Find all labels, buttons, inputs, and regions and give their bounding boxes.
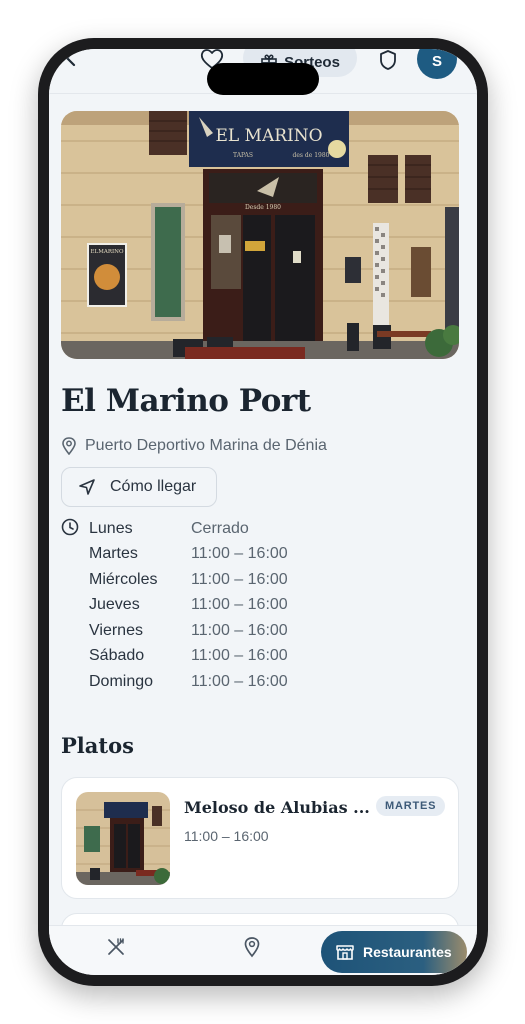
day-label: Miércoles [89, 570, 158, 588]
time-label: 11:00 – 16:00 [191, 545, 288, 563]
dish-day-badge: MARTES [376, 796, 446, 816]
hours-row-viernes: Viernes 11:00 – 16:00 [89, 618, 288, 644]
time-label: 11:00 – 16:00 [191, 647, 288, 665]
nav-map-button[interactable] [243, 936, 261, 963]
utensils-icon [108, 938, 124, 955]
map-pin-icon [244, 937, 260, 958]
day-label: Viernes [89, 621, 143, 639]
svg-text:des de 1980: des de 1980 [293, 152, 330, 159]
hours-row-jueves: Jueves 11:00 – 16:00 [89, 593, 288, 619]
storefront-image: EL MARINO TAPAS des de 1980 Desde 1980 E… [61, 111, 459, 359]
directions-label: Cómo llegar [110, 478, 197, 495]
svg-text:ELMARINO: ELMARINO [91, 249, 124, 255]
hours-row-domingo: Domingo 11:00 – 16:00 [89, 669, 288, 695]
shield-button[interactable] [377, 49, 399, 71]
bottom-nav: Restaurantes [49, 925, 477, 975]
day-label: Jueves [89, 596, 140, 614]
time-label: 11:00 – 16:00 [191, 596, 288, 614]
map-pin-icon [62, 437, 76, 455]
time-label: 11:00 – 16:00 [191, 621, 288, 639]
opening-hours: Lunes Cerrado Martes 11:00 – 16:00 Miércol… [89, 516, 288, 695]
phone-frame: Sorteos S EL MARINO TAPAS des de 1980 De… [38, 38, 488, 986]
nav-dishes-button[interactable] [105, 936, 127, 963]
clock-icon [61, 518, 79, 536]
directions-button[interactable]: Cómo llegar [61, 467, 217, 507]
svg-text:TAPAS: TAPAS [233, 152, 253, 159]
hours-row-miercoles: Miércoles 11:00 – 16:00 [89, 567, 288, 593]
svg-text:Desde 1980: Desde 1980 [245, 204, 281, 211]
time-label: 11:00 – 16:00 [191, 672, 288, 690]
nav-restaurants-button[interactable]: Restaurantes [321, 931, 467, 973]
dish-time: 11:00 – 16:00 [184, 828, 269, 844]
restaurant-photo: EL MARINO TAPAS des de 1980 Desde 1980 E… [61, 111, 459, 359]
dish-thumbnail [76, 792, 170, 885]
day-label: Martes [89, 545, 138, 563]
back-button[interactable] [61, 49, 83, 69]
nav-restaurants-label: Restaurantes [363, 944, 452, 960]
dish-card[interactable]: Meloso de Alubias ... MARTES 11:00 – 16:… [61, 777, 459, 899]
svg-text:EL MARINO: EL MARINO [215, 126, 322, 146]
address-text: Puerto Deportivo Marina de Dénia [85, 437, 327, 454]
hours-row-martes: Martes 11:00 – 16:00 [89, 542, 288, 568]
hours-row-sabado: Sábado 11:00 – 16:00 [89, 644, 288, 670]
app-screen: Sorteos S EL MARINO TAPAS des de 1980 De… [49, 49, 477, 975]
day-label: Lunes [89, 519, 133, 537]
time-label: Cerrado [191, 519, 249, 537]
chevron-left-icon [65, 49, 76, 67]
hours-row-lunes: Lunes Cerrado [89, 516, 288, 542]
shield-icon [380, 50, 396, 70]
dishes-section-title: Platos [61, 733, 134, 758]
day-label: Domingo [89, 672, 154, 690]
user-avatar[interactable]: S [417, 49, 457, 79]
restaurant-name: El Marino Port [61, 383, 311, 419]
dish-thumbnail-image [76, 792, 170, 885]
navigation-arrow-icon [79, 479, 95, 495]
address-row: Puerto Deportivo Marina de Dénia [61, 437, 327, 455]
store-icon [336, 945, 354, 960]
dynamic-island [207, 63, 319, 95]
day-label: Sábado [89, 647, 145, 665]
dish-name: Meloso de Alubias ... [184, 798, 370, 817]
time-label: 11:00 – 16:00 [191, 570, 288, 588]
